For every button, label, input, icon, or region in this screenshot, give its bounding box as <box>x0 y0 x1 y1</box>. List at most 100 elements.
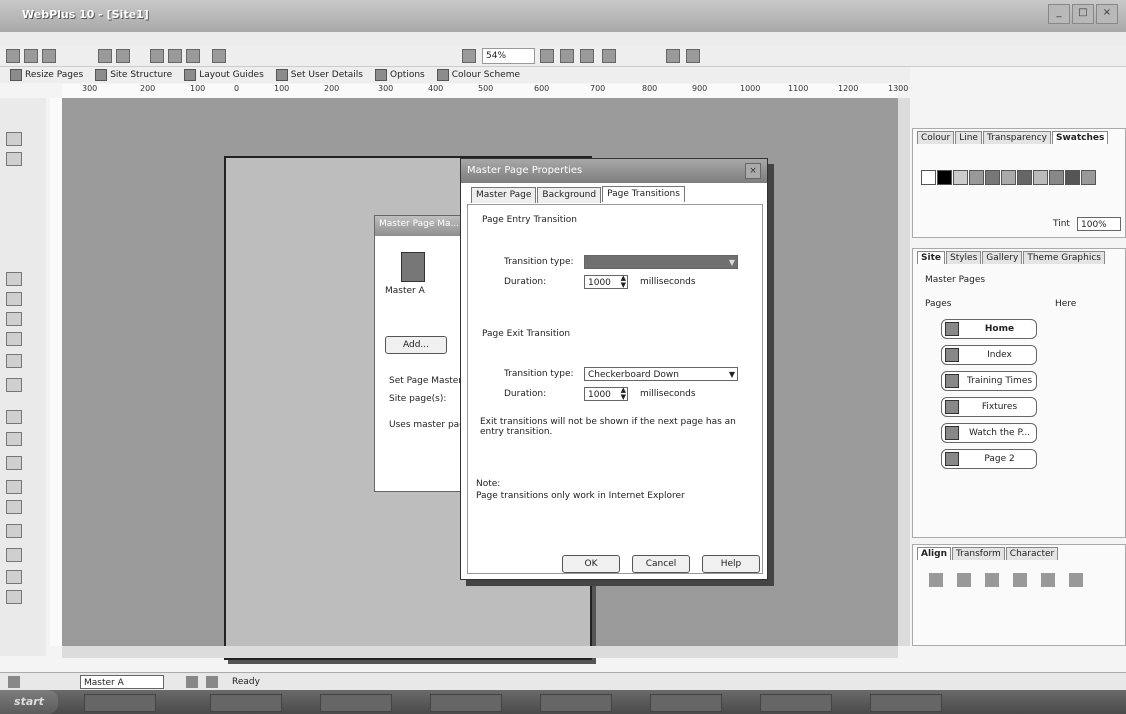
align-top-icon[interactable] <box>1013 573 1027 587</box>
maximize-button[interactable]: □ <box>1072 4 1094 24</box>
add-button[interactable]: Add... <box>385 336 447 354</box>
entry-transition-select[interactable]: ▼ <box>584 255 738 269</box>
swatch[interactable] <box>1065 170 1080 185</box>
new-icon[interactable] <box>6 49 20 63</box>
page-item-page-2[interactable]: Page 2 <box>941 449 1037 469</box>
form-tool-icon[interactable] <box>6 480 22 494</box>
media-tool-icon[interactable] <box>6 456 22 470</box>
hyperlink-tool-icon[interactable] <box>6 410 22 424</box>
tab-gallery[interactable]: Gallery <box>982 251 1023 264</box>
horizontal-scrollbar[interactable] <box>62 646 898 658</box>
align-center-icon[interactable] <box>957 573 971 587</box>
tab-site[interactable]: Site <box>917 251 945 264</box>
minimize-button[interactable]: _ <box>1048 4 1070 24</box>
exit-transition-select[interactable]: Checkerboard Down ▼ <box>584 367 738 381</box>
html-tool-icon[interactable] <box>6 500 22 514</box>
swatch[interactable] <box>1081 170 1096 185</box>
tab-transform[interactable]: Transform <box>952 547 1005 560</box>
help-button[interactable]: Help <box>702 555 760 573</box>
tab-background[interactable]: Background <box>537 187 602 203</box>
align-bottom-icon[interactable] <box>1069 573 1083 587</box>
swatch[interactable] <box>921 170 936 185</box>
tab-styles[interactable]: Styles <box>945 251 982 264</box>
table-tool-icon[interactable] <box>6 312 22 326</box>
tab-theme-graphics[interactable]: Theme Graphics <box>1023 251 1105 264</box>
vertical-scrollbar[interactable] <box>898 98 910 646</box>
layout-guides-button[interactable]: Layout Guides <box>184 69 264 81</box>
here-label[interactable]: Here <box>1055 299 1076 309</box>
publish-icon[interactable] <box>116 49 130 63</box>
gallery-tool-icon[interactable] <box>6 590 22 604</box>
page-item-watch[interactable]: Watch the P... <box>941 423 1037 443</box>
tint-input[interactable]: 100% <box>1077 217 1121 231</box>
page-selector[interactable]: Master A <box>80 675 164 689</box>
pan-icon[interactable] <box>580 49 594 63</box>
spinner-icon[interactable]: ▲ ▼ <box>621 275 626 289</box>
cancel-button[interactable]: Cancel <box>632 555 690 573</box>
text-tool-icon[interactable] <box>6 292 22 306</box>
preview-icon[interactable] <box>98 49 112 63</box>
ok-button[interactable]: OK <box>562 555 620 573</box>
line-tool-icon[interactable] <box>6 378 22 392</box>
grid-icon[interactable] <box>686 49 700 63</box>
paste-icon[interactable] <box>186 49 200 63</box>
exit-duration-input[interactable]: 1000 ▲ ▼ <box>584 387 628 401</box>
align-left-icon[interactable] <box>929 573 943 587</box>
shape-tool-icon[interactable] <box>6 354 22 368</box>
master-page-icon[interactable] <box>401 252 425 282</box>
swatch[interactable] <box>985 170 1000 185</box>
layout-icon[interactable] <box>666 49 680 63</box>
taskbar-item[interactable] <box>870 694 942 712</box>
cut-icon[interactable] <box>150 49 164 63</box>
page-nav-icon[interactable] <box>8 676 20 688</box>
tab-colour[interactable]: Colour <box>917 131 955 144</box>
hotspot-icon[interactable] <box>6 570 22 584</box>
taskbar-item[interactable] <box>650 694 722 712</box>
taskbar-item[interactable] <box>760 694 832 712</box>
site-structure-button[interactable]: Site Structure <box>95 69 172 81</box>
page-item-index[interactable]: Index <box>941 345 1037 365</box>
copy-icon[interactable] <box>168 49 182 63</box>
page-view-icon[interactable] <box>206 676 218 688</box>
master-pages-label[interactable]: Master Pages <box>925 275 985 285</box>
tab-master-page[interactable]: Master Page <box>471 187 537 203</box>
align-middle-icon[interactable] <box>1041 573 1055 587</box>
page-item-training-times[interactable]: Training Times <box>941 371 1037 391</box>
swatch[interactable] <box>1033 170 1048 185</box>
smart-object-icon[interactable] <box>6 524 22 538</box>
tab-align[interactable]: Align <box>917 547 951 560</box>
swatch[interactable] <box>953 170 968 185</box>
page-icon[interactable] <box>602 49 616 63</box>
align-right-icon[interactable] <box>985 573 999 587</box>
swatch[interactable] <box>937 170 952 185</box>
swatch[interactable] <box>1001 170 1016 185</box>
tab-transparency[interactable]: Transparency <box>982 131 1051 144</box>
entry-duration-input[interactable]: 1000 ▲ ▼ <box>584 275 628 289</box>
page-item-fixtures[interactable]: Fixtures <box>941 397 1037 417</box>
tab-character[interactable]: Character <box>1005 547 1059 560</box>
tab-page-transitions[interactable]: Page Transitions <box>602 186 685 202</box>
save-icon[interactable] <box>42 49 56 63</box>
taskbar-item[interactable] <box>430 694 502 712</box>
tab-line[interactable]: Line <box>955 131 982 144</box>
undo-icon[interactable] <box>212 49 226 63</box>
taskbar-item[interactable] <box>210 694 282 712</box>
navbar-tool-icon[interactable] <box>6 432 22 446</box>
colour-scheme-button[interactable]: Colour Scheme <box>436 69 520 81</box>
resize-pages-button[interactable]: Resize Pages <box>10 69 83 81</box>
taskbar-item[interactable] <box>84 694 156 712</box>
swatch[interactable] <box>1049 170 1064 185</box>
zoom-level[interactable]: 54% <box>482 48 535 64</box>
set-user-details-button[interactable]: Set User Details <box>275 69 363 81</box>
layer-icon[interactable] <box>186 676 198 688</box>
open-icon[interactable] <box>24 49 38 63</box>
rotate-tool-icon[interactable] <box>6 152 22 166</box>
artistic-text-icon[interactable] <box>6 272 22 286</box>
tab-swatches[interactable]: Swatches <box>1052 131 1109 144</box>
zoom-in-icon[interactable] <box>540 49 554 63</box>
close-button[interactable]: × <box>1096 4 1118 24</box>
swatch[interactable] <box>1017 170 1032 185</box>
zoom-tool-icon[interactable] <box>560 49 574 63</box>
pointer-tool-icon[interactable] <box>6 132 22 146</box>
spinner-icon[interactable]: ▲ ▼ <box>621 387 626 401</box>
